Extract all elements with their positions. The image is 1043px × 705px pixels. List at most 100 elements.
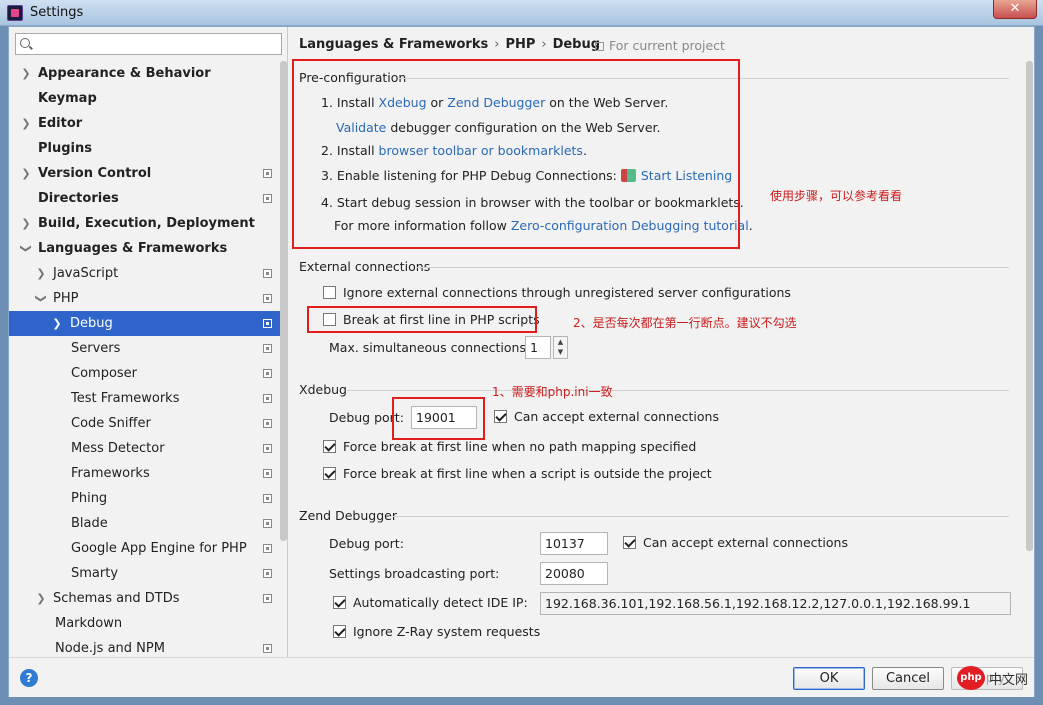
- max-connections-label: Max. simultaneous connections:: [329, 340, 531, 355]
- project-scope-icon: [263, 269, 272, 278]
- ide-ip-field[interactable]: 192.168.36.101,192.168.56.1,192.168.12.2…: [540, 592, 1011, 615]
- project-scope-icon: [263, 169, 272, 178]
- sidebar-item-frameworks[interactable]: Frameworks: [9, 461, 287, 486]
- sidebar-item-mess-detector[interactable]: Mess Detector: [9, 436, 287, 461]
- sidebar-item-label: Google App Engine for PHP: [71, 541, 247, 556]
- cancel-button[interactable]: Cancel: [872, 667, 944, 690]
- project-scope-icon: [263, 194, 272, 203]
- breadcrumb-item: PHP: [505, 37, 536, 52]
- sidebar-item-label: Editor: [38, 116, 83, 131]
- sidebar-item-markdown[interactable]: Markdown: [9, 611, 287, 636]
- chevron-right-icon[interactable]: ❯: [21, 211, 31, 236]
- watermark-text: 中文网: [989, 673, 1029, 688]
- breadcrumb: Languages & Frameworks › PHP › Debug: [299, 37, 600, 52]
- project-scope-icon: [263, 469, 272, 478]
- project-scope-icon: [263, 569, 272, 578]
- sidebar-item-editor[interactable]: ❯ Editor: [9, 111, 287, 136]
- sidebar-item-debug[interactable]: ❯ Debug: [9, 311, 287, 336]
- sidebar-item-label: Keymap: [38, 91, 97, 106]
- zend-section-title: Zend Debugger: [299, 508, 397, 523]
- sidebar-item-code-sniffer[interactable]: Code Sniffer: [9, 411, 287, 436]
- xdebug-accept-external-checkbox[interactable]: [494, 410, 507, 423]
- sidebar-item-google-app-engine[interactable]: Google App Engine for PHP: [9, 536, 287, 561]
- sidebar-item-servers[interactable]: Servers: [9, 336, 287, 361]
- ignore-external-checkbox[interactable]: [323, 286, 336, 299]
- sidebar-item-version-control[interactable]: ❯ Version Control: [9, 161, 287, 186]
- spin-down-icon[interactable]: ▼: [558, 348, 563, 356]
- preconfig-annotation: 使用步骤，可以参考看看: [770, 189, 903, 203]
- step-text: .: [748, 218, 753, 233]
- sidebar-item-php[interactable]: ❯ PHP: [9, 286, 287, 311]
- search-input[interactable]: [38, 35, 278, 53]
- ok-button[interactable]: OK: [793, 667, 865, 690]
- window-title: Settings: [30, 5, 84, 20]
- ignore-zray-label: Ignore Z-Ray system requests: [353, 624, 541, 639]
- sidebar-item-composer[interactable]: Composer: [9, 361, 287, 386]
- chevron-right-icon[interactable]: ❯: [36, 586, 46, 611]
- sidebar-item-schemas-dtds[interactable]: ❯ Schemas and DTDs: [9, 586, 287, 611]
- sidebar-item-label: Code Sniffer: [71, 416, 151, 431]
- chevron-right-icon[interactable]: ❯: [21, 61, 31, 86]
- section-divider: [389, 516, 1009, 517]
- max-connections-stepper[interactable]: ▲ ▼: [553, 336, 568, 359]
- preconfig-highlight-box: [292, 59, 740, 249]
- force-break-outside-checkbox[interactable]: [323, 467, 336, 480]
- window-titlebar: Settings ✕: [0, 0, 1043, 26]
- sidebar-item-directories[interactable]: Directories: [9, 186, 287, 211]
- sidebar-item-test-frameworks[interactable]: Test Frameworks: [9, 386, 287, 411]
- sidebar-item-label: JavaScript: [53, 266, 119, 281]
- sidebar-item-blade[interactable]: Blade: [9, 511, 287, 536]
- sidebar-item-keymap[interactable]: Keymap: [9, 86, 287, 111]
- broadcast-port-input[interactable]: 20080: [540, 562, 608, 585]
- section-divider: [347, 390, 1009, 391]
- force-break-no-mapping-label: Force break at first line when no path m…: [343, 439, 697, 454]
- chevron-right-icon[interactable]: ❯: [36, 261, 46, 286]
- sidebar-item-label: Plugins: [38, 141, 92, 156]
- force-break-no-mapping-checkbox[interactable]: [323, 440, 336, 453]
- project-scope-icon: [263, 319, 272, 328]
- search-box[interactable]: [15, 33, 282, 55]
- chevron-right-icon[interactable]: ❯: [52, 311, 62, 336]
- sidebar-item-smarty[interactable]: Smarty: [9, 561, 287, 586]
- ignore-zray-checkbox[interactable]: [333, 625, 346, 638]
- sidebar-item-label: Directories: [38, 191, 119, 206]
- window-close-button[interactable]: ✕: [993, 0, 1037, 19]
- project-scope-icon: [263, 644, 272, 653]
- sidebar-item-nodejs-npm[interactable]: Node.js and NPM: [9, 636, 287, 657]
- sidebar-item-build-execution-deployment[interactable]: ❯ Build, Execution, Deployment: [9, 211, 287, 236]
- sidebar-item-label: Mess Detector: [71, 441, 165, 456]
- chevron-right-icon[interactable]: ❯: [21, 161, 31, 186]
- content-scrollbar[interactable]: [1026, 61, 1033, 551]
- zend-port-label: Debug port:: [329, 536, 404, 551]
- break-first-line-highlight-box: [307, 306, 537, 333]
- sidebar-item-languages-frameworks[interactable]: ❯ Languages & Frameworks: [9, 236, 287, 261]
- settings-sidebar: ❯ Appearance & Behavior Keymap ❯ Editor …: [9, 27, 288, 657]
- sidebar-item-label: Test Frameworks: [71, 391, 180, 406]
- sidebar-item-label: PHP: [53, 291, 79, 306]
- sidebar-item-phing[interactable]: Phing: [9, 486, 287, 511]
- sidebar-item-label: Node.js and NPM: [55, 641, 165, 656]
- project-scope-icon: [263, 544, 272, 553]
- xdebug-accept-external-label: Can accept external connections: [514, 409, 719, 424]
- sidebar-item-label: Phing: [71, 491, 108, 506]
- php-cn-watermark: php 中文网: [957, 664, 1037, 692]
- help-icon[interactable]: ?: [20, 669, 38, 687]
- auto-detect-ip-checkbox[interactable]: [333, 596, 346, 609]
- chevron-right-icon[interactable]: ❯: [21, 111, 31, 136]
- zend-accept-external-label: Can accept external connections: [643, 535, 848, 550]
- sidebar-item-plugins[interactable]: Plugins: [9, 136, 287, 161]
- sidebar-item-appearance-behavior[interactable]: ❯ Appearance & Behavior: [9, 61, 287, 86]
- section-divider: [417, 267, 1009, 268]
- chevron-down-icon[interactable]: ❯: [14, 244, 39, 254]
- spin-up-icon[interactable]: ▲: [558, 338, 563, 346]
- project-scope-icon: [263, 594, 272, 603]
- sidebar-item-javascript[interactable]: ❯ JavaScript: [9, 261, 287, 286]
- breadcrumb-separator: ›: [494, 37, 500, 52]
- chevron-down-icon[interactable]: ❯: [29, 294, 54, 304]
- sidebar-scrollbar[interactable]: [280, 61, 287, 541]
- max-connections-input[interactable]: 1: [525, 336, 551, 359]
- zend-accept-external-checkbox[interactable]: [623, 536, 636, 549]
- breadcrumb-separator: ›: [541, 37, 547, 52]
- project-scope-icon: [263, 394, 272, 403]
- zend-port-input[interactable]: 10137: [540, 532, 608, 555]
